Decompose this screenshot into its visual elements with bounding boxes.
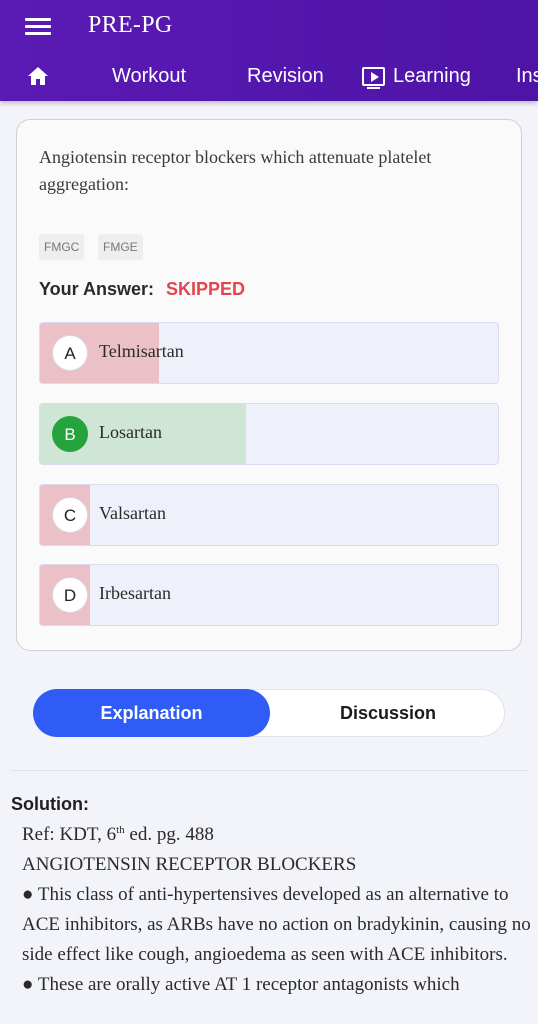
tag-fmgc: FMGC	[39, 234, 85, 260]
explanation-discussion-tabs: Explanation Discussion	[33, 689, 505, 737]
your-answer-label: Your Answer:	[39, 279, 155, 299]
hamburger-menu-icon[interactable]	[25, 17, 51, 37]
app-header: PRE-PG Workout Revision Learning Ins	[0, 0, 538, 101]
option-c-letter: C	[52, 497, 88, 533]
nav-tab-ins[interactable]: Ins	[516, 52, 538, 100]
option-c[interactable]: C Valsartan	[39, 484, 499, 546]
tab-explanation[interactable]: Explanation	[33, 689, 270, 737]
your-answer-status: SKIPPED	[166, 279, 246, 299]
option-a[interactable]: A Telmisartan	[39, 322, 499, 384]
nav-tab-learning-label: Learning	[393, 64, 471, 87]
tag-fmge: FMGE	[98, 234, 143, 260]
solution-body: Ref: KDT, 6th ed. pg. 488 ANGIOTENSIN RE…	[22, 820, 534, 1000]
tab-discussion[interactable]: Discussion	[270, 689, 506, 737]
divider	[10, 770, 528, 771]
option-d-letter: D	[52, 577, 88, 613]
solution-label: Solution:	[11, 794, 89, 814]
option-a-letter: A	[52, 335, 88, 371]
app-title: PRE-PG	[88, 12, 173, 38]
question-card: Angiotensin receptor blockers which atte…	[16, 119, 522, 651]
option-a-text: Telmisartan	[99, 341, 184, 361]
nav-tab-revision[interactable]: Revision	[247, 52, 324, 100]
home-icon[interactable]	[27, 52, 49, 100]
option-b-letter-correct: B	[52, 416, 88, 452]
nav-tab-learning[interactable]: Learning	[362, 52, 471, 100]
play-screen-icon	[362, 66, 385, 89]
option-b-text: Losartan	[99, 422, 162, 442]
top-navigation: Workout Revision Learning Ins	[0, 52, 538, 100]
option-d-text: Irbesartan	[99, 583, 171, 603]
nav-tab-workout[interactable]: Workout	[112, 52, 186, 100]
option-c-text: Valsartan	[99, 503, 166, 523]
option-b[interactable]: B Losartan	[39, 403, 499, 465]
solution-bullet: ● These are orally active AT 1 receptor …	[22, 974, 460, 995]
question-text: Angiotensin receptor blockers which atte…	[39, 147, 432, 194]
option-d[interactable]: D Irbesartan	[39, 564, 499, 626]
solution-bullet: ● This class of anti-hypertensives devel…	[22, 884, 531, 965]
solution-heading: ANGIOTENSIN RECEPTOR BLOCKERS	[22, 854, 357, 875]
solution-reference: Ref: KDT, 6th ed. pg. 488	[22, 824, 214, 845]
